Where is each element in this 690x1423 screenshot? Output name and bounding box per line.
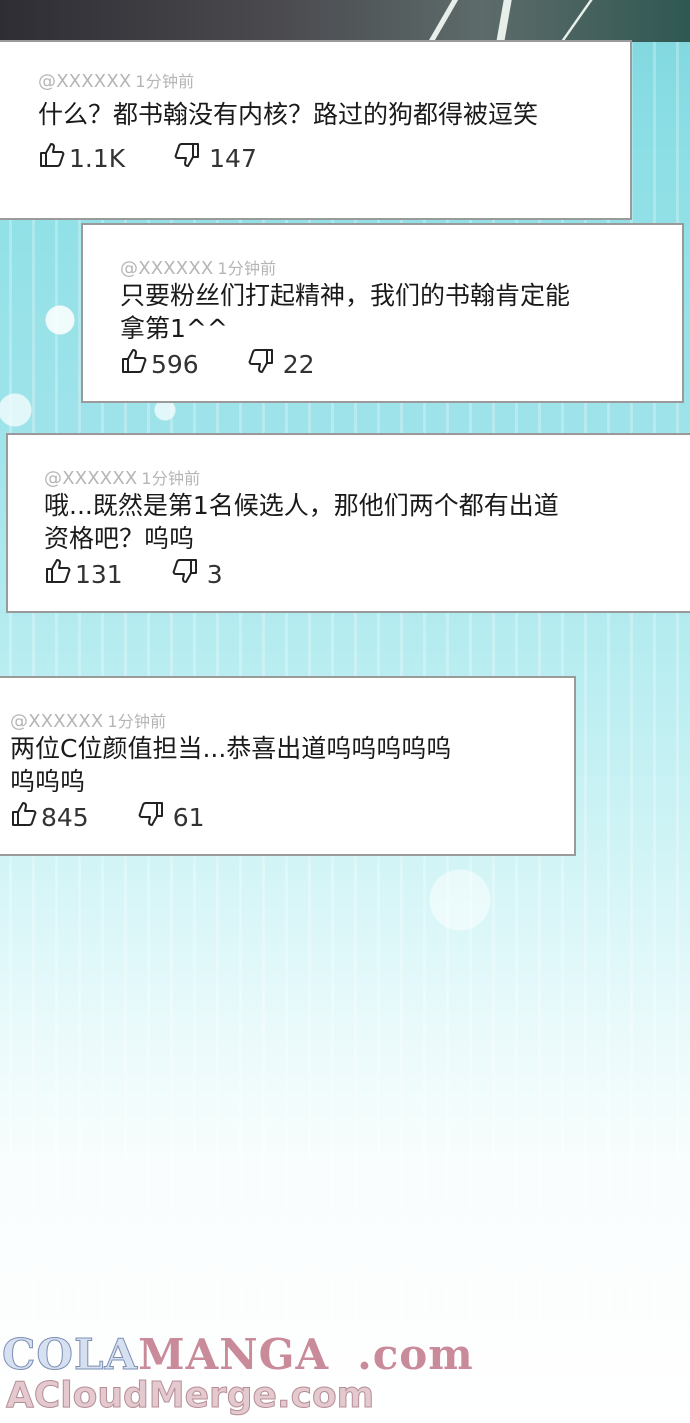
dislike-count: 147 (209, 143, 257, 173)
thumbs-down-icon (171, 557, 207, 591)
comment-text-line: 拿第1^^ (120, 314, 228, 343)
comment-time: 1分钟前 (135, 72, 195, 91)
comment-card: @XXXXXX 1分钟前 两位C位颜值担当...恭喜出道呜呜呜呜呜 呜呜呜 845… (0, 676, 576, 856)
comment-time: 1分钟前 (141, 469, 201, 488)
comment-actions: 131 3 (44, 557, 690, 591)
like-count: 845 (41, 802, 89, 832)
comment-username[interactable]: @XXXXXX (44, 468, 137, 489)
watermark-acloudmerge: ACloudMerge.com (5, 1375, 375, 1417)
dislike-count: 3 (206, 559, 223, 589)
comment-card: @XXXXXX 1分钟前 只要粉丝们打起精神，我们的书翰肯定能 拿第1^^ 596… (81, 223, 684, 403)
comment-text-line: 只要粉丝们打起精神，我们的书翰肯定能 (120, 281, 571, 310)
comment-actions: 845 61 (10, 800, 574, 834)
comment-text-line: 呜呜呜 (10, 767, 86, 796)
thumbs-down-icon (247, 347, 283, 381)
watermark-colamanga: COLAMANGA .com (1, 1330, 474, 1380)
thumbs-up-icon (10, 800, 41, 834)
comment-text-line: 什么？都书翰没有内核？路过的狗都得被逗笑 (38, 100, 539, 129)
comment-time: 1分钟前 (217, 259, 277, 278)
comment-username[interactable]: @XXXXXX (120, 258, 213, 279)
dislike-button[interactable]: 147 (173, 141, 257, 175)
comment-card: @XXXXXX 1分钟前 什么？都书翰没有内核？路过的狗都得被逗笑 1.1K 14… (0, 40, 632, 220)
comment-meta: @XXXXXX 1分钟前 (44, 465, 690, 489)
comment-username[interactable]: @XXXXXX (38, 71, 131, 92)
like-button[interactable]: 596 (120, 347, 199, 381)
thumbs-up-icon (120, 347, 151, 381)
top-image-strip (0, 0, 690, 42)
like-count: 596 (151, 349, 199, 379)
comment-text: 两位C位颜值担当...恭喜出道呜呜呜呜呜 呜呜呜 (10, 732, 574, 798)
comment-text: 只要粉丝们打起精神，我们的书翰肯定能 拿第1^^ (120, 279, 682, 345)
dislike-count: 61 (172, 802, 205, 832)
thumbs-down-icon (173, 141, 209, 175)
comment-text: 什么？都书翰没有内核？路过的狗都得被逗笑 (38, 98, 630, 131)
dislike-count: 22 (282, 349, 315, 379)
like-button[interactable]: 131 (44, 557, 123, 591)
comment-username[interactable]: @XXXXXX (10, 711, 103, 732)
comment-text-line: 两位C位颜值担当...恭喜出道呜呜呜呜呜 (10, 734, 452, 763)
like-count: 131 (75, 559, 123, 589)
dislike-button[interactable]: 22 (247, 347, 315, 381)
dislike-button[interactable]: 3 (171, 557, 223, 591)
comment-meta: @XXXXXX 1分钟前 (10, 708, 574, 732)
thumbs-down-icon (137, 800, 173, 834)
dislike-button[interactable]: 61 (137, 800, 205, 834)
comment-meta: @XXXXXX 1分钟前 (38, 68, 630, 92)
like-button[interactable]: 1.1K (38, 141, 125, 175)
watermark-part: .com (357, 1330, 474, 1379)
comment-actions: 596 22 (120, 347, 682, 381)
comment-actions: 1.1K 147 (38, 141, 630, 175)
like-count: 1.1K (69, 143, 126, 173)
thumbs-up-icon (44, 557, 75, 591)
comment-text: 哦...既然是第1名候选人，那他们两个都有出道 资格吧？呜呜 (44, 489, 690, 555)
watermark-part: COLA (1, 1330, 139, 1380)
like-button[interactable]: 845 (10, 800, 89, 834)
watermark-part: MANGA (138, 1330, 330, 1379)
comment-meta: @XXXXXX 1分钟前 (120, 255, 682, 279)
comment-time: 1分钟前 (107, 712, 167, 731)
comment-text-line: 资格吧？呜呜 (44, 524, 195, 553)
comment-text-line: 哦...既然是第1名候选人，那他们两个都有出道 (44, 491, 559, 520)
thumbs-up-icon (38, 141, 69, 175)
comment-card: @XXXXXX 1分钟前 哦...既然是第1名候选人，那他们两个都有出道 资格吧？… (6, 433, 690, 613)
